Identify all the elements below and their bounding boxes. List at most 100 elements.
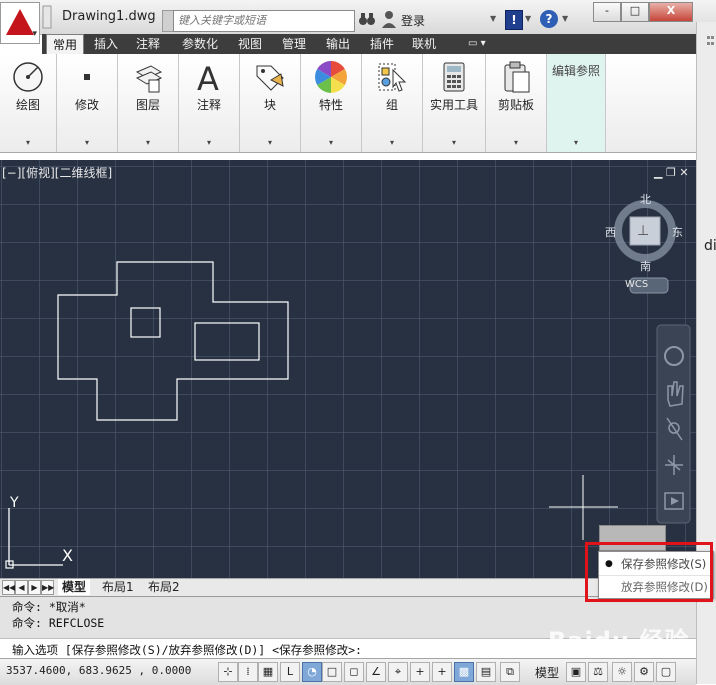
chevron-down-icon[interactable]: ▾ bbox=[301, 138, 361, 147]
chevron-down-icon[interactable]: ▾ bbox=[57, 138, 117, 147]
transparency-toggle[interactable]: ▩ bbox=[454, 662, 474, 682]
tab-output[interactable]: 输出 bbox=[320, 34, 356, 54]
polyline-shape bbox=[57, 261, 289, 421]
autocad-logo-icon bbox=[6, 9, 34, 35]
polar-tracking-toggle[interactable]: ◔ bbox=[302, 662, 322, 682]
panel-clipboard[interactable]: 剪贴板 ▾ bbox=[486, 54, 547, 152]
tab-layout1[interactable]: 布局1 bbox=[98, 579, 138, 595]
quick-access-toolbar[interactable] bbox=[40, 4, 54, 30]
panel-edit-reference[interactable]: 编辑参照 ▾ bbox=[547, 54, 606, 152]
chevron-down-icon[interactable]: ▾ bbox=[179, 138, 239, 147]
tab-view[interactable]: 视图 bbox=[232, 34, 268, 54]
annotation-scale-button[interactable]: ⚖ bbox=[588, 662, 608, 682]
tab-plugins[interactable]: 插件 bbox=[364, 34, 400, 54]
chevron-down-icon[interactable]: ▼ bbox=[525, 14, 531, 23]
watermark-logo: Baidu 经验 bbox=[548, 627, 690, 655]
annotation-icon: A bbox=[192, 60, 226, 98]
previous-layout-button[interactable]: ◀ bbox=[15, 580, 28, 595]
chevron-down-icon[interactable]: ▾ bbox=[240, 138, 300, 147]
tab-manage[interactable]: 管理 bbox=[276, 34, 312, 54]
viewcube-south-label[interactable]: 南 bbox=[640, 258, 651, 274]
tab-model[interactable]: 模型 bbox=[58, 579, 91, 595]
modify-icon bbox=[70, 60, 104, 94]
next-layout-button[interactable]: ▶ bbox=[28, 580, 41, 595]
search-input[interactable] bbox=[174, 11, 352, 29]
drawing-geometry[interactable] bbox=[0, 160, 696, 578]
coordinate-readout[interactable]: 3537.4600, 683.9625 , 0.0000 bbox=[6, 664, 191, 677]
panel-group[interactable]: 组 ▾ bbox=[362, 54, 423, 152]
first-layout-button[interactable]: ◀◀ bbox=[2, 580, 15, 595]
chevron-down-icon[interactable]: ▾ bbox=[118, 138, 178, 147]
help-icon[interactable]: ? bbox=[540, 10, 558, 28]
layers-icon bbox=[131, 60, 165, 94]
chevron-down-icon[interactable]: ▾ bbox=[0, 138, 56, 147]
chevron-down-icon[interactable]: ▾ bbox=[362, 138, 422, 147]
chevron-down-icon[interactable]: ▼ bbox=[562, 14, 568, 23]
object-snap-tracking-toggle[interactable]: ∠ bbox=[366, 662, 386, 682]
panel-modify[interactable]: 修改 ▾ bbox=[57, 54, 118, 152]
model-space-label[interactable]: 模型 bbox=[535, 664, 559, 681]
quick-view-layouts-button[interactable]: ▣ bbox=[566, 662, 586, 682]
calculator-icon bbox=[437, 60, 471, 94]
tab-insert[interactable]: 插入 bbox=[88, 34, 124, 54]
selection-cycling-toggle[interactable]: ⧉ bbox=[500, 662, 520, 682]
tab-online[interactable]: 联机 bbox=[406, 34, 442, 54]
chevron-down-icon[interactable]: ▾ bbox=[547, 138, 605, 147]
ortho-mode-toggle[interactable]: L bbox=[280, 662, 300, 682]
login-label[interactable]: 登录 bbox=[401, 12, 425, 29]
annotation-visibility-button[interactable]: ☼ bbox=[612, 662, 632, 682]
viewcube-top-face[interactable]: ⊥ bbox=[637, 223, 649, 239]
viewcube-east-label[interactable]: 东 bbox=[672, 224, 683, 240]
block-icon bbox=[253, 60, 287, 94]
wcs-menu[interactable]: WCS bbox=[625, 279, 648, 290]
exchange-icon[interactable]: ! bbox=[505, 10, 523, 30]
chevron-down-icon[interactable]: ▾ bbox=[486, 138, 546, 147]
viewcube-north-label[interactable]: 北 bbox=[640, 191, 651, 207]
panel-label: 实用工具 bbox=[429, 98, 478, 112]
snap-mode-toggle[interactable]: ⁞ bbox=[238, 662, 258, 682]
3d-object-snap-toggle[interactable]: ◻ bbox=[344, 662, 364, 682]
document-title: Drawing1.dwg bbox=[62, 9, 156, 24]
binoculars-icon[interactable] bbox=[358, 10, 376, 28]
panel-label: 修改 bbox=[74, 98, 99, 112]
minimize-button[interactable]: - bbox=[593, 2, 621, 22]
ribbon-options-icon[interactable]: ▭ ▾ bbox=[462, 34, 492, 54]
workspace-switch-button[interactable]: ⚙ bbox=[634, 662, 654, 682]
command-history-line: 命令: REFCLOSE bbox=[12, 616, 105, 630]
panel-annotation[interactable]: A 注释 ▾ bbox=[179, 54, 240, 152]
wide-rectangle bbox=[194, 322, 260, 361]
lineweight-toggle[interactable]: + bbox=[432, 662, 452, 682]
chevron-down-icon[interactable]: ▾ bbox=[423, 138, 485, 147]
chevron-down-icon[interactable]: ▼ bbox=[490, 14, 496, 23]
infer-constraints-toggle[interactable]: ⊹ bbox=[218, 662, 238, 682]
panel-draw[interactable]: 绘图 ▾ bbox=[0, 54, 57, 152]
last-layout-button[interactable]: ▶▶ bbox=[41, 580, 54, 595]
tab-home[interactable]: 常用 bbox=[46, 34, 85, 56]
tab-annotate[interactable]: 注释 bbox=[130, 34, 166, 54]
application-menu-button[interactable]: ▾ bbox=[0, 2, 40, 44]
svg-text:A: A bbox=[197, 60, 219, 94]
chevron-down-icon: ▾ bbox=[32, 29, 37, 39]
tab-parametric[interactable]: 参数化 bbox=[176, 34, 224, 54]
object-snap-toggle[interactable]: □ bbox=[322, 662, 342, 682]
panel-label: 组 bbox=[385, 98, 398, 112]
grid-handle-icon bbox=[707, 36, 714, 45]
grid-display-toggle[interactable]: ▦ bbox=[258, 662, 278, 682]
quick-properties-toggle[interactable]: ▤ bbox=[476, 662, 496, 682]
drawing-area[interactable]: [−][俯视][二维线框] ▁ ❐ ✕ 北 南 西 东 ⊥ WCS Y X bbox=[0, 160, 696, 578]
clean-screen-button[interactable]: ▢ bbox=[656, 662, 676, 682]
user-icon[interactable] bbox=[381, 10, 397, 28]
search-field[interactable] bbox=[173, 10, 355, 32]
command-prompt[interactable]: 输入选项 [保存参照修改(S)/放弃参照修改(D)] <保存参照修改>: bbox=[12, 642, 362, 658]
panel-block[interactable]: 块 ▾ bbox=[240, 54, 301, 152]
restore-button[interactable]: □ bbox=[621, 2, 649, 22]
tab-layout2[interactable]: 布局2 bbox=[144, 579, 184, 595]
dynamic-ucs-toggle[interactable]: ⌖ bbox=[388, 662, 408, 682]
dynamic-input-toggle[interactable]: + bbox=[410, 662, 430, 682]
panel-label: 注释 bbox=[196, 98, 221, 112]
close-button[interactable]: X bbox=[649, 2, 693, 22]
panel-layers[interactable]: 图层 ▾ bbox=[118, 54, 179, 152]
viewcube-west-label[interactable]: 西 bbox=[605, 224, 616, 240]
panel-properties[interactable]: 特性 ▾ bbox=[301, 54, 362, 152]
panel-utilities[interactable]: 实用工具 ▾ bbox=[423, 54, 486, 152]
